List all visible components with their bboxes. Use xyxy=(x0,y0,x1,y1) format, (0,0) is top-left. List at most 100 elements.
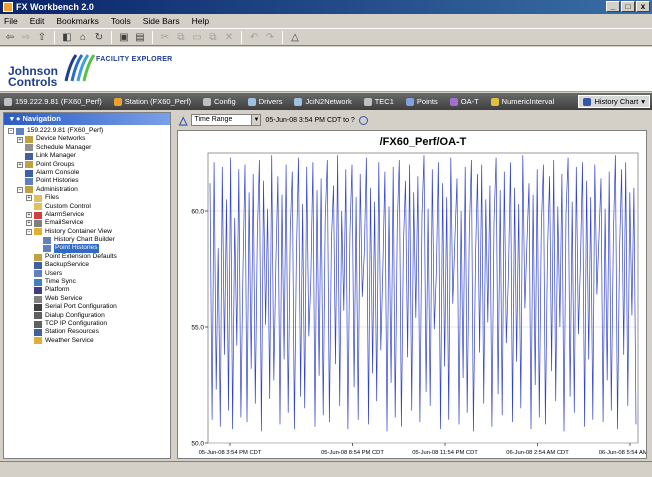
back-icon[interactable]: ⇦ xyxy=(3,30,17,44)
history-chart[interactable]: /FX60_Perf/OA-T 50.0 55.0 60.0 05-Jun-08 3:5… xyxy=(178,131,652,458)
up-level-icon[interactable]: ⇧ xyxy=(35,30,49,44)
tree-node[interactable]: Platform xyxy=(4,286,170,295)
close-button[interactable]: x xyxy=(636,1,650,12)
locator-crumb[interactable]: Station (FX60_Perf) xyxy=(113,97,191,106)
locator-crumb[interactable]: NumericInterval xyxy=(490,97,554,106)
tree-node[interactable]: + Point Groups xyxy=(4,161,170,169)
tree-node[interactable]: Users xyxy=(4,270,170,278)
tree-node[interactable]: Point Extension Defaults xyxy=(4,253,170,261)
menu-side-bars[interactable]: Side Bars xyxy=(143,16,180,26)
copy-icon[interactable]: ⧉ xyxy=(174,30,188,44)
menu-bookmarks[interactable]: Bookmarks xyxy=(56,16,99,26)
forward-icon[interactable]: ⇨ xyxy=(19,30,33,44)
locator-crumb[interactable]: JciN2Network xyxy=(294,97,352,106)
tree-node[interactable]: Serial Port Configuration xyxy=(4,303,170,311)
clock-icon[interactable] xyxy=(358,115,368,125)
crumb-icon xyxy=(490,97,499,106)
locator-crumb[interactable]: Config xyxy=(203,97,236,106)
duplicate-icon[interactable]: ⧉ xyxy=(206,30,220,44)
save-bar-icon[interactable]: ▤ xyxy=(133,30,147,44)
navigation-tree: − 159.222.9.81 (FX60_Perf) + Device Network… xyxy=(4,125,170,345)
tree-node-label: Alarm Console xyxy=(36,168,80,176)
nav-collapse-icon[interactable]: ▾ ● xyxy=(10,114,20,123)
menu-file[interactable]: File xyxy=(4,16,18,26)
undo-icon[interactable]: ↶ xyxy=(247,30,261,44)
tree-node-icon xyxy=(34,270,42,278)
locator-crumb[interactable]: TEC1 xyxy=(363,97,394,106)
y-tick-label: 55.0 xyxy=(191,325,204,332)
time-range-select[interactable]: Time Range ▼ xyxy=(191,114,262,126)
tree-node[interactable]: Weather Service xyxy=(4,337,170,345)
menu-tools[interactable]: Tools xyxy=(111,16,131,26)
tree-node[interactable]: Station Resources xyxy=(4,328,170,337)
collapse-icon[interactable]: − xyxy=(17,186,23,193)
brand-name: Johnson Controls xyxy=(8,65,58,88)
tree-node-icon xyxy=(25,152,33,160)
tree-node[interactable]: Dialup Configuration xyxy=(4,312,170,320)
tree-node[interactable]: History Chart Builder xyxy=(4,236,170,244)
tree-node-label: Point Histories xyxy=(36,177,79,185)
collapse-icon[interactable]: − xyxy=(26,228,32,235)
tree-node-label: Platform xyxy=(45,286,70,294)
crumb-label: 159.222.9.81 (FX60_Perf) xyxy=(15,97,102,106)
tree-node[interactable]: TCP IP Configuration xyxy=(4,320,170,328)
menu-edit[interactable]: Edit xyxy=(30,16,45,26)
tree-node[interactable]: + Files xyxy=(4,194,170,202)
tree-node[interactable]: Alarm Console xyxy=(4,169,170,177)
redo-icon[interactable]: ↷ xyxy=(263,30,277,44)
expand-icon[interactable]: + xyxy=(17,136,23,143)
paste-icon[interactable]: ▭ xyxy=(190,30,204,44)
tree-node-icon xyxy=(25,136,33,144)
home-icon[interactable]: ⌂ xyxy=(76,30,90,44)
crumb-icon xyxy=(113,97,122,106)
toolbar-divider xyxy=(282,30,283,44)
locator-crumb[interactable]: OA-T xyxy=(449,97,479,106)
tree-node[interactable]: + AlarmService xyxy=(4,211,170,219)
tree-node[interactable]: − Administration xyxy=(4,186,170,194)
expand-icon[interactable]: + xyxy=(26,212,32,219)
status-bar xyxy=(0,461,652,477)
refresh-icon[interactable]: ↻ xyxy=(92,30,106,44)
x-tick-label: 05-Jun-08 3:54 PM CDT xyxy=(199,450,262,456)
menu-help[interactable]: Help xyxy=(192,16,209,26)
locator-crumb[interactable]: Points xyxy=(405,97,438,106)
toolbar-divider xyxy=(54,30,55,44)
tree-node-label: Point Histories xyxy=(54,244,99,253)
delete-icon[interactable]: ✕ xyxy=(222,30,236,44)
tree-node-icon xyxy=(34,329,42,337)
tree-node[interactable]: Custom Control xyxy=(4,203,170,211)
save-icon[interactable]: ▣ xyxy=(117,30,131,44)
tree-node[interactable]: + Device Networks xyxy=(4,135,170,144)
tree-node-label: Schedule Manager xyxy=(36,143,92,151)
minimize-button[interactable]: _ xyxy=(606,1,620,12)
tree-node[interactable]: Point Histories xyxy=(4,244,170,253)
expand-icon[interactable]: + xyxy=(17,161,23,168)
tree-node-label: Device Networks xyxy=(36,135,86,143)
tree-node[interactable]: Time Sync xyxy=(4,278,170,286)
expand-icon[interactable]: + xyxy=(26,195,32,202)
maximize-button[interactable]: □ xyxy=(621,1,635,12)
collapse-icon[interactable]: − xyxy=(8,128,14,135)
x-tick-label: 06-Jun-08 5:54 AM CDT xyxy=(599,450,646,456)
title-bar[interactable]: FX Workbench 2.0 _ □ x xyxy=(0,0,652,14)
tree-node[interactable]: Link Manager xyxy=(4,152,170,160)
tree-node[interactable]: Web Service xyxy=(4,295,170,303)
delta-icon[interactable]: △ xyxy=(179,114,187,127)
crumb-label: Config xyxy=(214,97,236,106)
expand-icon[interactable]: + xyxy=(26,220,32,227)
tree-node[interactable]: + EmailService xyxy=(4,219,170,227)
tree-node[interactable]: BackupService xyxy=(4,261,170,269)
tree-node[interactable]: Schedule Manager xyxy=(4,144,170,152)
tree-node[interactable]: Point Histories xyxy=(4,177,170,186)
navigation-header[interactable]: ▾ ● Navigation xyxy=(4,113,170,125)
tree-node[interactable]: − History Container View xyxy=(4,228,170,236)
locator-crumb[interactable]: 159.222.9.81 (FX60_Perf) xyxy=(4,97,102,106)
locator-crumb[interactable]: Drivers xyxy=(247,97,282,106)
side-bar-icon[interactable]: ◧ xyxy=(60,30,74,44)
tree-node[interactable]: − 159.222.9.81 (FX60_Perf) xyxy=(4,127,170,135)
view-selector[interactable]: History Chart ▾ xyxy=(578,95,650,108)
cut-icon[interactable]: ✂ xyxy=(158,30,172,44)
navigation-panel: ▾ ● Navigation − 159.222.9.81 (FX60_Perf)… xyxy=(3,112,171,459)
delta-icon[interactable]: △ xyxy=(288,30,302,44)
chart-area[interactable]: /FX60_Perf/OA-T 50.0 55.0 60.0 05-Jun-08 3:5… xyxy=(177,130,652,459)
